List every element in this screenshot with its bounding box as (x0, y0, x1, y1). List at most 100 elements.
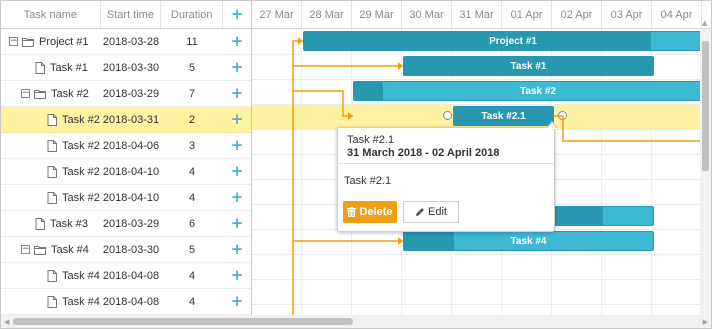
task-grid: Task name Start time Duration + − Project… (1, 1, 252, 315)
file-icon (47, 113, 57, 126)
dependency-link[interactable] (554, 115, 711, 142)
start-time-cell: 2018-03-29 (102, 217, 160, 230)
add-subtask-button[interactable]: + (223, 86, 251, 101)
duration-cell: 4 (188, 165, 196, 178)
duration-cell: 5 (188, 61, 196, 74)
column-header-start-time[interactable]: Start time (101, 1, 162, 28)
add-subtask-button[interactable]: + (223, 268, 251, 283)
vertical-scrollbar-thumb[interactable] (702, 41, 709, 171)
collapse-toggle-icon[interactable]: − (9, 37, 18, 46)
start-time-cell: 2018-04-06 (102, 139, 160, 152)
grid-row[interactable]: − Task #2 2018-03-29 7 + (1, 81, 251, 107)
trash-icon (347, 207, 357, 217)
dependency-link[interactable] (292, 40, 303, 315)
grid-row[interactable]: − Task #4 2018-03-30 5 + (1, 237, 251, 263)
file-icon (47, 295, 57, 308)
task-name-cell: Task #4.1 (1, 269, 101, 282)
start-time-cell: 2018-04-10 (102, 165, 160, 178)
duration-cell: 4 (188, 269, 196, 282)
link-arrow-icon (398, 62, 403, 70)
plus-icon: + (230, 110, 244, 128)
link-arrow-icon (348, 112, 353, 120)
duration-cell: 11 (186, 35, 198, 48)
task-name-cell: Task #1 (1, 61, 101, 74)
plus-icon: + (230, 5, 244, 23)
popup-title: Task #2.1 (347, 134, 395, 146)
edit-button-label: Edit (428, 206, 447, 218)
task-name-cell: − Task #2 (1, 88, 101, 100)
file-icon (47, 269, 57, 282)
grid-row[interactable]: − Project #1 2018-03-28 11 + (1, 29, 251, 55)
duration-cell: 6 (188, 217, 196, 230)
delete-button[interactable]: Delete (343, 201, 397, 223)
scroll-up-arrow-icon[interactable]: ▲ (702, 19, 707, 27)
task-name-cell: − Project #1 (1, 36, 101, 48)
start-time-cell: 2018-03-29 (102, 87, 160, 100)
grid-row[interactable]: Task #3 2018-03-29 6 + (1, 211, 251, 237)
grid-row[interactable]: Task #2.32018-04-10 4 + (1, 159, 251, 185)
file-icon (35, 61, 45, 74)
task-name-text: Task #4.1 (62, 269, 101, 282)
grid-rows: − Project #1 2018-03-28 11 + Task #1 2018-03-3… (1, 29, 251, 315)
gantt-chart: Task name Start time Duration + − Project… (0, 0, 712, 329)
add-subtask-button[interactable]: + (223, 138, 251, 153)
edit-button[interactable]: Edit (403, 201, 459, 223)
task-name-cell: Task #2.3 (1, 165, 101, 178)
plus-icon: + (230, 84, 244, 102)
plus-icon: + (230, 240, 244, 258)
add-subtask-button[interactable]: + (223, 216, 251, 231)
column-header-duration[interactable]: Duration (161, 1, 224, 28)
grid-row[interactable]: Task #4.22018-04-08 4 + (1, 289, 251, 315)
add-task-header-button[interactable]: + (223, 1, 251, 28)
grid-row[interactable]: Task #2.42018-04-10 4 + (1, 185, 251, 211)
horizontal-scrollbar-thumb[interactable] (13, 318, 353, 325)
task-name-cell: Task #2.1 (1, 113, 101, 126)
link-arrow-icon (398, 237, 403, 245)
start-time-cell: 2018-03-31 (102, 113, 160, 126)
task-name-text: Project #1 (39, 35, 89, 48)
start-time-cell: 2018-03-28 (102, 35, 160, 48)
file-icon (47, 165, 57, 178)
duration-cell: 5 (188, 243, 196, 256)
file-icon (47, 191, 57, 204)
plus-icon: + (230, 136, 244, 154)
task-name-text: Task #2.3 (62, 165, 101, 178)
duration-cell: 4 (188, 191, 196, 204)
popup-body: Task #2.1 (344, 175, 392, 187)
scroll-right-arrow-icon[interactable]: ▶ (703, 318, 708, 326)
start-time-cell: 2018-04-10 (102, 191, 160, 204)
horizontal-scrollbar[interactable]: ◀ ▶ (1, 315, 711, 328)
grid-row[interactable]: Task #2.22018-04-06 3 + (1, 133, 251, 159)
add-subtask-button[interactable]: + (223, 294, 251, 309)
delete-button-label: Delete (359, 206, 393, 218)
plus-icon: + (230, 32, 244, 50)
plus-icon: + (230, 292, 244, 310)
start-time-cell: 2018-03-30 (102, 61, 160, 74)
add-subtask-button[interactable]: + (223, 34, 251, 49)
vertical-scrollbar[interactable]: ▲ (700, 19, 711, 315)
grid-row[interactable]: Task #2.12018-03-31 2 + (1, 107, 251, 133)
collapse-toggle-icon[interactable]: − (21, 89, 30, 98)
collapse-toggle-icon[interactable]: − (21, 245, 30, 254)
grid-header: Task name Start time Duration + (1, 1, 251, 29)
column-header-task-name[interactable]: Task name (1, 1, 101, 28)
add-subtask-button[interactable]: + (223, 112, 251, 127)
add-subtask-button[interactable]: + (223, 60, 251, 75)
add-subtask-button[interactable]: + (223, 242, 251, 257)
plus-icon: + (230, 214, 244, 232)
start-time-cell: 2018-03-30 (102, 243, 160, 256)
plus-icon: + (230, 58, 244, 76)
popup-divider (338, 163, 554, 164)
file-icon (47, 139, 57, 152)
task-name-text: Task #3 (50, 217, 88, 230)
scroll-left-arrow-icon[interactable]: ◀ (4, 318, 9, 326)
duration-cell: 2 (188, 113, 196, 126)
dependency-link[interactable] (293, 90, 353, 117)
duration-cell: 7 (188, 87, 196, 100)
grid-row[interactable]: Task #1 2018-03-30 5 + (1, 55, 251, 81)
add-subtask-button[interactable]: + (223, 190, 251, 205)
pencil-icon (416, 208, 425, 216)
grid-row[interactable]: Task #4.12018-04-08 4 + (1, 263, 251, 289)
add-subtask-button[interactable]: + (223, 164, 251, 179)
task-name-cell: Task #3 (1, 217, 101, 230)
